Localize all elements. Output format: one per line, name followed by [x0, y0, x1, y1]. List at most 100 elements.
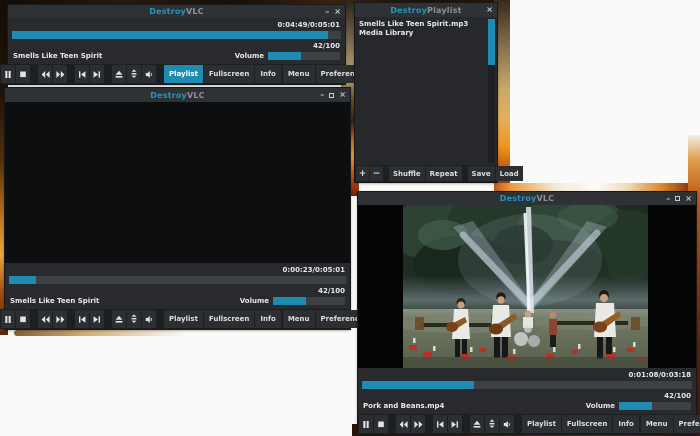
minimize-button[interactable]: – — [666, 195, 670, 203]
next-button[interactable] — [90, 65, 104, 83]
fullscreen-button[interactable]: Fullscreen — [204, 65, 254, 83]
volume-value: 42/100 — [9, 284, 346, 296]
pause-button[interactable] — [359, 415, 373, 433]
next-icon — [93, 70, 101, 79]
eject-button[interactable] — [112, 65, 126, 83]
titlebar[interactable]: DestroyVLC – × — [358, 192, 696, 205]
volume-value: 42/100 — [362, 389, 692, 401]
stop-icon — [377, 420, 385, 429]
track-title: Smells Like Teen Spirit — [13, 52, 102, 60]
close-button[interactable]: × — [339, 91, 346, 99]
save-button[interactable]: Save — [468, 166, 495, 181]
window-player-2: DestroyVLC – × 0:00:23/0:05:01 42/100 Sm… — [5, 88, 350, 329]
scrollbar-thumb[interactable] — [488, 19, 495, 65]
window-title: DestroyPlaylist — [390, 6, 461, 15]
volume-mute-button[interactable] — [142, 65, 156, 83]
pause-button[interactable] — [1, 310, 15, 328]
fast-forward-button[interactable] — [53, 310, 67, 328]
volume-label: Volume — [240, 297, 269, 305]
rewind-button[interactable] — [38, 310, 52, 328]
window-player-1: DestroyVLC – × 0:04:49/0:05:01 42/100 Sm… — [8, 5, 345, 84]
fast-forward-icon — [56, 315, 65, 324]
repeat-button[interactable]: Repeat — [426, 166, 462, 181]
volume-mute-button[interactable] — [142, 310, 156, 328]
track-title: Smells Like Teen Spirit — [10, 297, 99, 305]
info-button[interactable]: Info — [255, 65, 280, 83]
previous-button[interactable] — [75, 65, 89, 83]
scrub-button[interactable] — [127, 65, 141, 83]
next-icon — [451, 420, 459, 429]
menu-button[interactable]: Menu — [641, 415, 673, 433]
seek-bar[interactable] — [362, 381, 692, 389]
fullscreen-button[interactable]: Fullscreen — [562, 415, 612, 433]
eject-button[interactable] — [112, 310, 126, 328]
previous-button[interactable] — [433, 415, 447, 433]
maximize-button[interactable] — [329, 93, 334, 98]
window-title: DestroyVLC — [149, 7, 203, 16]
load-button[interactable]: Load — [496, 166, 523, 181]
seek-bar[interactable] — [9, 276, 346, 284]
fast-forward-button[interactable] — [411, 415, 425, 433]
volume-slider[interactable] — [619, 402, 691, 410]
remove-item-button[interactable]: − — [370, 166, 383, 181]
playlist-button[interactable]: Playlist — [522, 415, 561, 433]
stop-button[interactable] — [16, 310, 30, 328]
stop-icon — [19, 315, 27, 324]
rewind-button[interactable] — [396, 415, 410, 433]
playlist-item[interactable]: Smells Like Teen Spirit.mp3 — [359, 20, 483, 29]
menu-button[interactable]: Menu — [283, 310, 315, 328]
preferences-button[interactable]: Preferences — [674, 415, 700, 433]
window-player-3: DestroyVLC – × — [358, 192, 696, 434]
rewind-icon — [41, 315, 50, 324]
maximize-button[interactable] — [675, 196, 680, 201]
eject-icon — [115, 315, 123, 324]
eject-button[interactable] — [470, 415, 484, 433]
window-title: DestroyVLC — [150, 91, 204, 100]
pause-icon — [4, 70, 12, 79]
close-button[interactable]: × — [685, 195, 692, 203]
close-button[interactable]: × — [486, 6, 493, 14]
seek-bar[interactable] — [12, 31, 341, 39]
scrub-icon — [130, 69, 138, 79]
titlebar[interactable]: DestroyPlaylist × — [355, 3, 497, 17]
menu-button[interactable]: Menu — [283, 65, 315, 83]
previous-icon — [436, 420, 444, 429]
add-item-button[interactable]: + — [356, 166, 369, 181]
seek-bar-fill — [12, 31, 328, 39]
previous-button[interactable] — [75, 310, 89, 328]
track-title: Pork and Beans.mp4 — [363, 402, 444, 410]
volume-slider[interactable] — [273, 297, 345, 305]
playlist-button[interactable]: Playlist — [164, 310, 203, 328]
volume-mute-button[interactable] — [500, 415, 514, 433]
wallpaper-flame-streak — [14, 330, 184, 336]
previous-icon — [78, 315, 86, 324]
pause-button[interactable] — [1, 65, 15, 83]
titlebar[interactable]: DestroyVLC – × — [8, 5, 345, 18]
seek-bar-fill — [362, 381, 474, 389]
playlist-toolbar: + − Shuffle Repeat Save Load — [355, 165, 497, 182]
playlist-list: Smells Like Teen Spirit.mp3 Media Librar… — [355, 17, 497, 165]
close-button[interactable]: × — [334, 8, 341, 16]
stop-button[interactable] — [16, 65, 30, 83]
stop-button[interactable] — [374, 415, 388, 433]
volume-slider[interactable] — [268, 52, 340, 60]
playlist-scrollbar[interactable] — [488, 19, 495, 163]
volume-value: 42/100 — [12, 39, 341, 51]
transport-controls: Playlist Fullscreen Info Menu Preference… — [358, 414, 696, 434]
fullscreen-button[interactable]: Fullscreen — [204, 310, 254, 328]
info-button[interactable]: Info — [613, 415, 638, 433]
rewind-button[interactable] — [38, 65, 52, 83]
titlebar[interactable]: DestroyVLC – × — [5, 88, 350, 102]
next-button[interactable] — [448, 415, 462, 433]
shuffle-button[interactable]: Shuffle — [389, 166, 425, 181]
playlist-item[interactable]: Media Library — [359, 29, 483, 38]
video-area — [358, 205, 696, 368]
scrub-button[interactable] — [127, 310, 141, 328]
next-button[interactable] — [90, 310, 104, 328]
fast-forward-button[interactable] — [53, 65, 67, 83]
playlist-button[interactable]: Playlist — [164, 65, 203, 83]
info-button[interactable]: Info — [255, 310, 280, 328]
scrub-button[interactable] — [485, 415, 499, 433]
minimize-button[interactable]: – — [320, 91, 324, 99]
minimize-button[interactable]: – — [325, 8, 329, 16]
